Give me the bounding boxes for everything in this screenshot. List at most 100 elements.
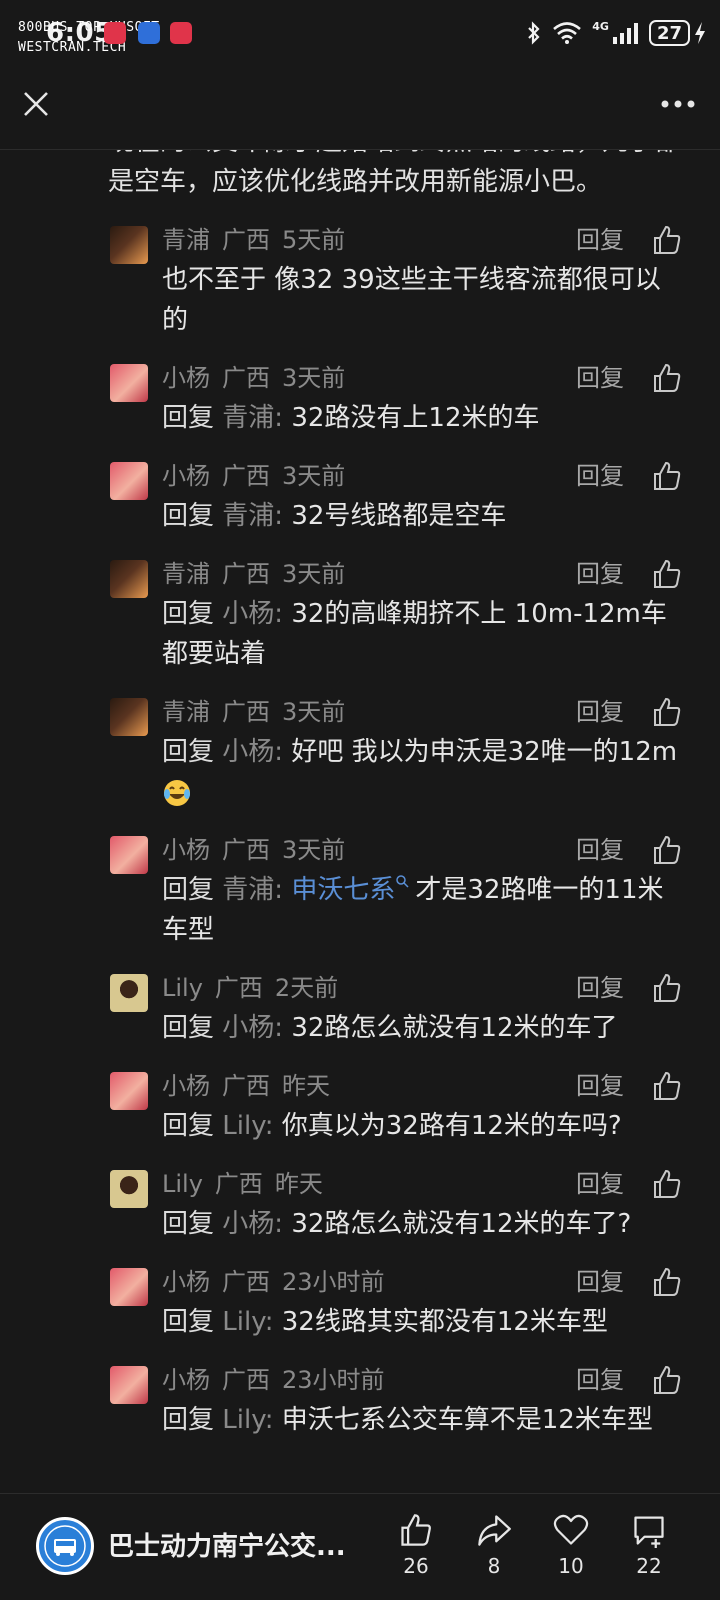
favorite-count: 10 [558, 1554, 584, 1578]
reply-prefix: 回复 [162, 1405, 215, 1435]
avatar[interactable] [110, 226, 148, 264]
share-action[interactable]: 8 [464, 1512, 524, 1578]
thumbs-up-icon[interactable] [651, 1168, 683, 1200]
favorite-action[interactable]: 10 [541, 1512, 601, 1578]
reply-button[interactable]: 回复 [576, 1068, 624, 1104]
battery-level: 27 [648, 20, 690, 46]
reply-button[interactable]: 回复 [576, 556, 624, 592]
username[interactable]: Lily [162, 1170, 203, 1198]
avatar[interactable] [110, 836, 148, 874]
reply-target[interactable]: 青浦: [222, 403, 283, 433]
reply-button[interactable]: 回复 [576, 1264, 624, 1300]
comment-text: 也不至于 像32 39这些主干线客流都很可以的 [162, 265, 661, 335]
close-button[interactable] [18, 86, 54, 122]
reply-target[interactable]: Lily: [222, 1307, 273, 1337]
region: 广西 [222, 836, 270, 864]
reply-prefix: 回复 [162, 737, 215, 767]
comment-body: 32路怎么就没有12米的车了 [291, 1013, 618, 1043]
thumbs-up-icon[interactable] [651, 224, 683, 256]
reply-target[interactable]: 小杨: [222, 1013, 283, 1043]
thumbs-up-icon[interactable] [651, 972, 683, 1004]
like-action[interactable]: 26 [386, 1512, 446, 1578]
region: 广西 [222, 1366, 270, 1394]
username[interactable]: 青浦 [162, 698, 210, 726]
reply-prefix: 回复 [162, 1307, 215, 1337]
region: 广西 [222, 226, 270, 254]
comment-meta: 小杨 广西 3天前 [162, 360, 357, 396]
thumbs-up-icon[interactable] [651, 460, 683, 492]
region: 广西 [214, 974, 263, 1002]
timestamp: 3天前 [282, 560, 346, 588]
battery-indicator: 27 [648, 20, 706, 46]
like-count: 26 [403, 1554, 429, 1578]
reply-button[interactable]: 回复 [576, 970, 624, 1006]
reply-button[interactable]: 回复 [576, 1362, 624, 1398]
reply-button[interactable]: 回复 [576, 222, 624, 258]
username[interactable]: 小杨 [162, 1268, 210, 1296]
comment-body: 32路怎么就没有12米的车了? [291, 1209, 632, 1239]
notification-app-icon [138, 22, 160, 44]
username[interactable]: 小杨 [162, 462, 210, 490]
reply-target[interactable]: 小杨: [222, 737, 283, 767]
username[interactable]: 小杨 [162, 364, 210, 392]
reply-target[interactable]: 青浦: [222, 501, 283, 531]
wifi-icon [553, 22, 582, 44]
thumbs-up-icon[interactable] [651, 558, 683, 590]
avatar[interactable] [110, 1268, 148, 1306]
comment-count: 22 [636, 1554, 662, 1578]
reply-target[interactable]: 小杨: [222, 1209, 283, 1239]
search-link[interactable]: 申沃七系 [291, 875, 395, 905]
username[interactable]: 小杨 [162, 1072, 210, 1100]
username[interactable]: Lily [162, 974, 203, 1002]
username[interactable]: 青浦 [162, 226, 210, 254]
avatar[interactable] [110, 462, 148, 500]
post-text-line-partial: 现在的公交车除了起始站到终点站的线路，几乎都 [108, 150, 688, 162]
close-icon [24, 92, 48, 116]
thumbs-up-icon[interactable] [651, 696, 683, 728]
thumbs-up-icon[interactable] [651, 834, 683, 866]
reply-target[interactable]: 小杨: [222, 599, 283, 629]
region: 广西 [222, 462, 270, 490]
comment-action[interactable]: 22 [619, 1512, 679, 1578]
reply-button[interactable]: 回复 [576, 1166, 624, 1202]
username[interactable]: 小杨 [162, 836, 210, 864]
bottom-action-bar: 巴士动力南宁公交... 26 8 10 22 [0, 1493, 720, 1600]
reply-target[interactable]: Lily: [222, 1405, 273, 1435]
username[interactable]: 小杨 [162, 1366, 210, 1394]
comment-meta: Lily 广西 昨天 [162, 1166, 335, 1202]
reply-target[interactable]: Lily: [222, 1111, 273, 1141]
channel-name[interactable]: 巴士动力南宁公交... [108, 1526, 353, 1563]
comment-text: 回复 Lily: 你真以为32路有12米的车吗? [162, 1106, 682, 1146]
reply-prefix: 回复 [162, 1013, 215, 1043]
avatar[interactable] [110, 974, 148, 1012]
avatar[interactable] [110, 698, 148, 736]
search-icon[interactable] [395, 874, 409, 888]
reply-target[interactable]: 青浦: [222, 875, 283, 905]
more-options-button[interactable] [656, 88, 700, 120]
avatar[interactable] [110, 560, 148, 598]
reply-button[interactable]: 回复 [576, 360, 624, 396]
avatar[interactable] [110, 1170, 148, 1208]
thumbs-up-icon[interactable] [651, 362, 683, 394]
heart-icon [553, 1514, 589, 1545]
username[interactable]: 青浦 [162, 560, 210, 588]
comment-meta: 青浦 广西 3天前 [162, 556, 357, 592]
comment-thread: 现在的公交车除了起始站到终点站的线路，几乎都 是空车，应该优化线路并改用新能源小… [0, 150, 720, 1493]
comment-meta: 小杨 广西 昨天 [162, 1068, 342, 1104]
comment-meta: 青浦 广西 5天前 [162, 222, 357, 258]
region: 广西 [222, 560, 270, 588]
bus-logo-icon [44, 1525, 86, 1567]
channel-logo[interactable] [36, 1517, 94, 1575]
avatar[interactable] [110, 364, 148, 402]
reply-button[interactable]: 回复 [576, 832, 624, 868]
comment-text: 回复 青浦: 32路没有上12米的车 [162, 398, 682, 438]
avatar[interactable] [110, 1072, 148, 1110]
thumbs-up-icon[interactable] [651, 1266, 683, 1298]
region: 广西 [222, 364, 270, 392]
reply-button[interactable]: 回复 [576, 694, 624, 730]
thumbs-up-icon[interactable] [651, 1070, 683, 1102]
reply-prefix: 回复 [162, 875, 215, 905]
reply-button[interactable]: 回复 [576, 458, 624, 494]
thumbs-up-icon[interactable] [651, 1364, 683, 1396]
avatar[interactable] [110, 1366, 148, 1404]
